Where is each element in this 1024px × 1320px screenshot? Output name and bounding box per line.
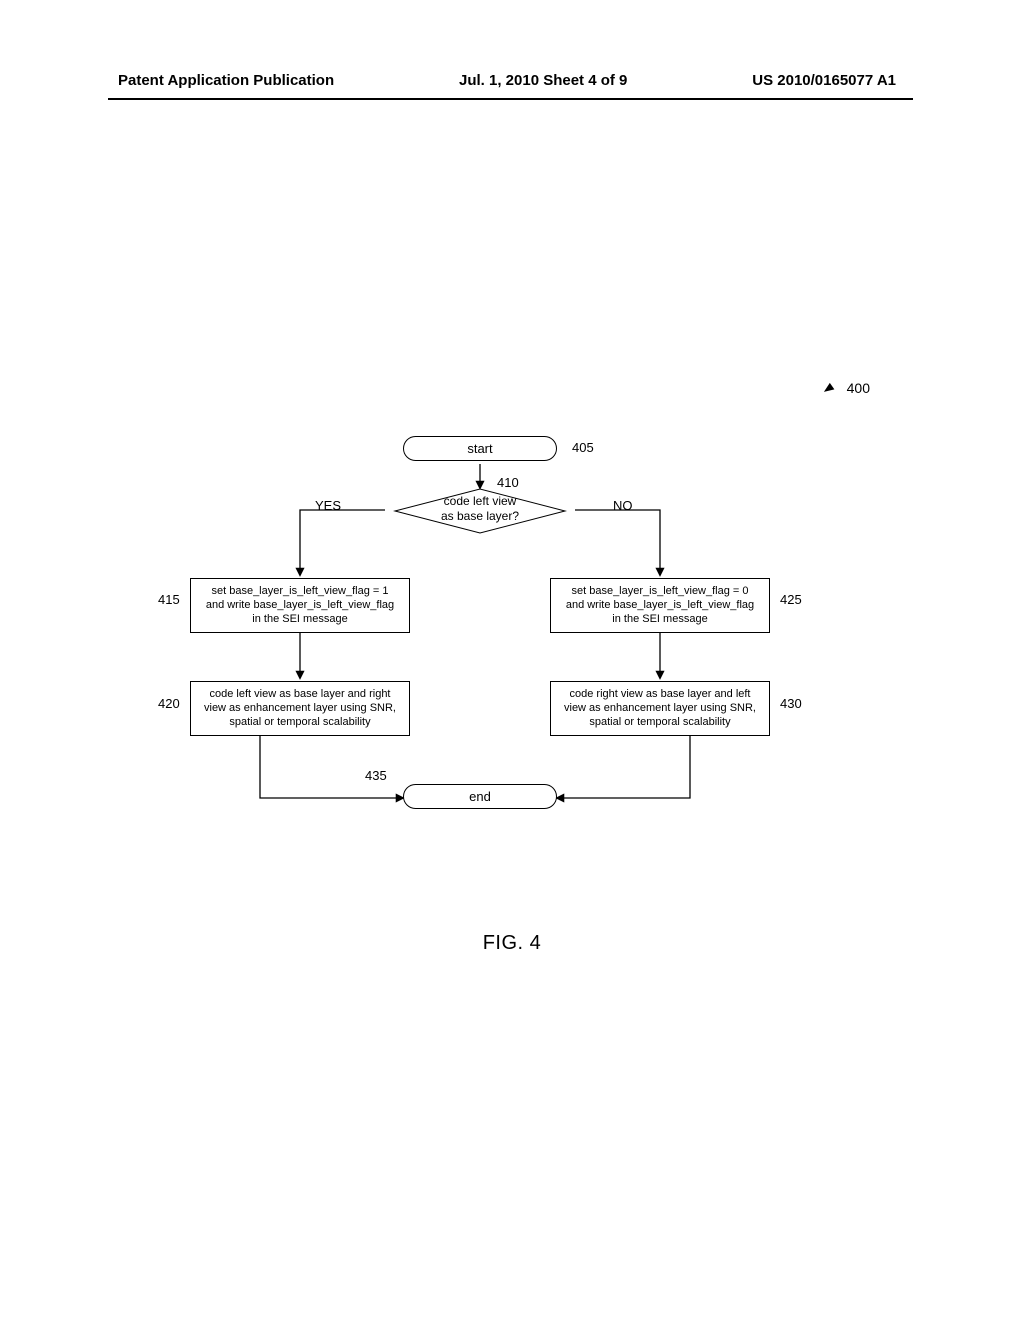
ref-425: 425 xyxy=(780,592,802,607)
ref-405: 405 xyxy=(572,440,594,455)
branch-yes: YES xyxy=(315,498,341,513)
ref-420: 420 xyxy=(158,696,180,711)
terminator-end: end xyxy=(403,784,557,809)
figure-reference-400: 400 xyxy=(823,380,870,396)
branch-no: NO xyxy=(613,498,633,513)
header-date-sheet: Jul. 1, 2010 Sheet 4 of 9 xyxy=(459,72,627,89)
ref-410: 410 xyxy=(497,475,519,490)
flowchart-diagram: 400 start 405 code left viewas base laye… xyxy=(150,380,880,910)
process-set-flag-0: set base_layer_is_left_view_flag = 0and … xyxy=(550,578,770,633)
process-code-left-base: code left view as base layer and rightvi… xyxy=(190,681,410,736)
decision-code-left-view: code left viewas base layer? xyxy=(383,486,577,536)
process-code-right-base: code right view as base layer and leftvi… xyxy=(550,681,770,736)
page-header: Patent Application Publication Jul. 1, 2… xyxy=(0,72,1024,89)
header-pub-number: US 2010/0165077 A1 xyxy=(752,72,896,89)
process-set-flag-1: set base_layer_is_left_view_flag = 1and … xyxy=(190,578,410,633)
ref-430: 430 xyxy=(780,696,802,711)
terminator-start: start xyxy=(403,436,557,461)
header-rule xyxy=(108,98,913,100)
figure-caption: FIG. 4 xyxy=(0,932,1024,955)
ref-435: 435 xyxy=(365,768,387,783)
header-publication: Patent Application Publication xyxy=(118,72,334,89)
reference-arrow-icon xyxy=(821,383,834,395)
ref-415: 415 xyxy=(158,592,180,607)
